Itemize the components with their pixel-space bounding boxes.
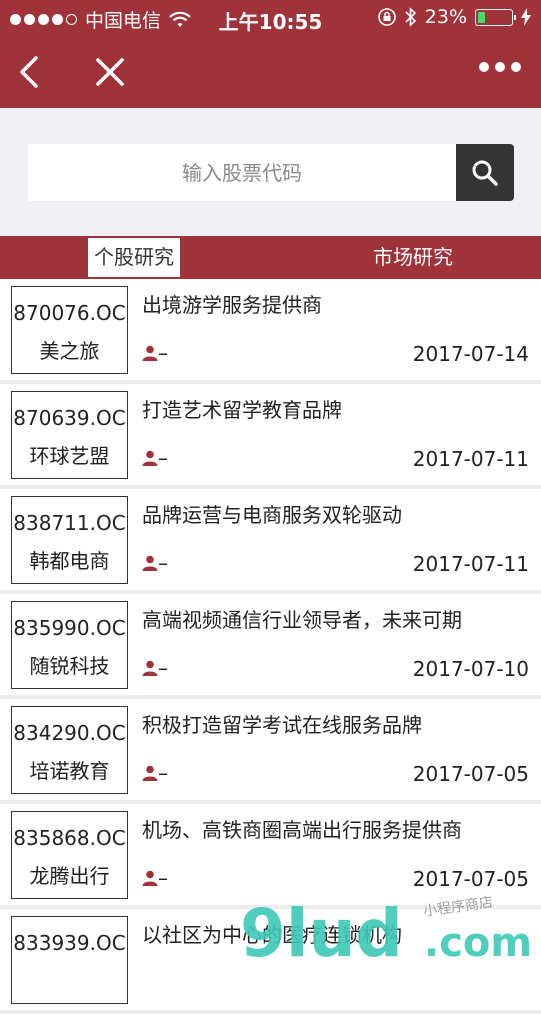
stock-code-box: 835990.OC 随锐科技	[11, 601, 128, 689]
report-list-item[interactable]: 870076.OC 美之旅 出境游学服务提供商 – 2017-07-14	[0, 279, 541, 384]
author-name: –	[158, 656, 168, 680]
battery-icon	[475, 8, 516, 26]
stock-code: 835868.OC	[13, 826, 126, 850]
report-author: –	[142, 551, 168, 575]
stock-code: 833939.OC	[13, 931, 126, 955]
report-list: 870076.OC 美之旅 出境游学服务提供商 – 2017-07-14 870639.O…	[0, 279, 541, 1014]
orientation-lock-icon	[377, 8, 396, 26]
status-bar: 中国电信 上午10:55 23%	[0, 0, 541, 36]
author-name: –	[158, 341, 168, 365]
user-icon	[142, 660, 158, 676]
report-list-item[interactable]: 835990.OC 随锐科技 高端视频通信行业领导者，未来可期 – 2017-07-10	[0, 594, 541, 699]
report-date: 2017-07-11	[412, 447, 529, 471]
stock-name: 培诺教育	[29, 759, 110, 783]
report-title: 机场、高铁商圈高端出行服务提供商	[142, 818, 462, 842]
tab-market-research[interactable]: 市场研究	[0, 236, 541, 279]
stock-name: 随锐科技	[29, 654, 110, 678]
report-author: –	[142, 446, 168, 470]
stock-code: 835990.OC	[13, 616, 126, 640]
report-date: 2017-07-11	[412, 552, 529, 576]
stock-code-box: 870076.OC 美之旅	[11, 286, 128, 374]
search-area	[0, 108, 541, 236]
stock-name: 环球艺盟	[29, 444, 110, 468]
author-name: –	[158, 761, 168, 785]
report-author: –	[142, 341, 168, 365]
report-list-item[interactable]: 870639.OC 环球艺盟 打造艺术留学教育品牌 – 2017-07-11	[0, 384, 541, 489]
report-title: 出境游学服务提供商	[142, 293, 322, 317]
stock-code-box: 835868.OC 龙腾出行	[11, 811, 128, 899]
report-title: 高端视频通信行业领导者，未来可期	[142, 608, 462, 632]
report-title: 打造艺术留学教育品牌	[142, 398, 342, 422]
stock-code-box: 870639.OC 环球艺盟	[11, 391, 128, 479]
search-button[interactable]	[456, 144, 514, 201]
stock-code: 834290.OC	[13, 721, 126, 745]
chevron-left-icon[interactable]	[14, 54, 46, 90]
author-name: –	[158, 446, 168, 470]
report-author: –	[142, 761, 168, 785]
report-title: 品牌运营与电商服务双轮驱动	[142, 503, 402, 527]
stock-name: 韩都电商	[29, 549, 110, 573]
report-list-item[interactable]: 834290.OC 培诺教育 积极打造留学考试在线服务品牌 – 2017-07-05	[0, 699, 541, 804]
author-name: –	[158, 551, 168, 575]
user-icon	[142, 450, 158, 466]
stock-name: 美之旅	[39, 339, 100, 363]
author-name: –	[158, 866, 168, 890]
user-icon	[142, 870, 158, 886]
close-icon[interactable]	[92, 54, 128, 90]
report-date: 2017-07-05	[412, 867, 529, 891]
stock-code-box: 834290.OC 培诺教育	[11, 706, 128, 794]
stock-code: 838711.OC	[13, 511, 126, 535]
bluetooth-icon	[405, 7, 416, 27]
stock-code-box: 838711.OC 韩都电商	[11, 496, 128, 584]
report-title: 以社区为中心的医疗连锁机构	[142, 923, 402, 947]
tab-stock-research[interactable]: 个股研究	[88, 238, 180, 277]
battery-percent: 23%	[424, 6, 467, 28]
report-list-item[interactable]: 835868.OC 龙腾出行 机场、高铁商圈高端出行服务提供商 – 2017-07-05	[0, 804, 541, 909]
stock-code: 870639.OC	[13, 406, 126, 430]
charging-icon	[521, 8, 531, 26]
report-author: –	[142, 656, 168, 680]
more-dots-icon[interactable]	[479, 62, 521, 72]
stock-code-box: 833939.OC	[11, 916, 128, 1004]
user-icon	[142, 555, 158, 571]
report-date: 2017-07-10	[412, 657, 529, 681]
stock-code-search-input[interactable]	[28, 144, 456, 201]
stock-name: 龙腾出行	[29, 864, 110, 888]
report-author: –	[142, 866, 168, 890]
report-list-item[interactable]: 833939.OC 以社区为中心的医疗连锁机构	[0, 909, 541, 1014]
stock-code: 870076.OC	[13, 301, 126, 325]
search-icon	[472, 160, 498, 186]
user-icon	[142, 765, 158, 781]
report-title: 积极打造留学考试在线服务品牌	[142, 713, 422, 737]
nav-bar	[0, 36, 541, 108]
report-list-item[interactable]: 838711.OC 韩都电商 品牌运营与电商服务双轮驱动 – 2017-07-11	[0, 489, 541, 594]
user-icon	[142, 345, 158, 361]
research-tabs: 市场研究 个股研究	[0, 236, 541, 279]
report-date: 2017-07-14	[412, 342, 529, 366]
report-date: 2017-07-05	[412, 762, 529, 786]
